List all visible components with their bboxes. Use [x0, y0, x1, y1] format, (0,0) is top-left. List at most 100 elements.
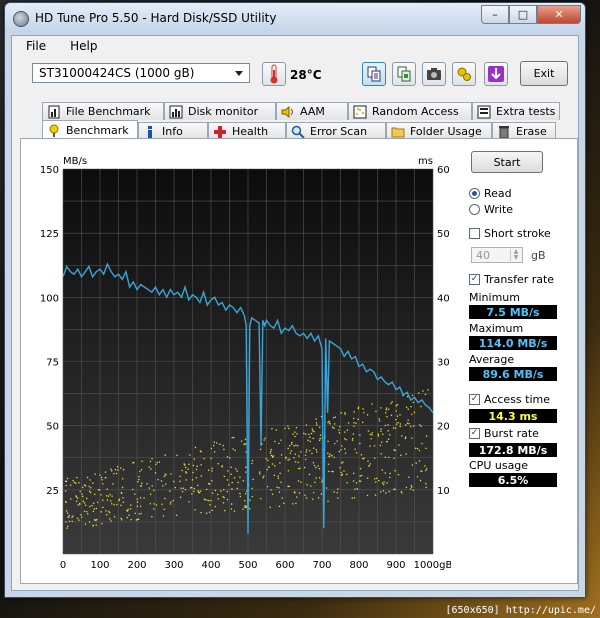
access-time-point [363, 411, 365, 414]
access-time-point [92, 510, 95, 513]
y-right-tick-label: 20 [437, 422, 450, 433]
access-time-point [317, 497, 320, 499]
minimize-button[interactable]: – [481, 5, 509, 24]
minimum-value: 7.5 MB/s [469, 305, 557, 319]
access-time-point [244, 438, 247, 441]
access-time-point [84, 504, 87, 506]
average-value: 89.6 MB/s [469, 367, 557, 381]
access-time-point [230, 503, 233, 505]
access-time-point [319, 477, 321, 479]
short-stroke-unit: gB [531, 249, 546, 262]
access-time-point [197, 491, 200, 493]
access-time-point [285, 457, 287, 460]
access-time-point [205, 488, 208, 491]
tab-file-benchmark[interactable]: File Benchmark [42, 102, 164, 120]
access-time-point [75, 495, 77, 497]
access-time-point [100, 476, 103, 479]
burst-rate-checkbox[interactable]: ✓ Burst rate [469, 427, 539, 440]
copy-text-button[interactable] [362, 62, 386, 86]
read-radio[interactable]: Read [469, 187, 512, 200]
access-time-point [271, 463, 274, 465]
access-time-point [164, 454, 166, 456]
tab-random-access[interactable]: Random Access [348, 102, 472, 120]
menu-file[interactable]: File [12, 39, 56, 53]
access-time-point [327, 463, 330, 465]
menu-help[interactable]: Help [56, 39, 107, 53]
access-time-point [387, 438, 390, 440]
access-time-point [278, 442, 280, 445]
exit-button[interactable]: Exit [520, 61, 568, 86]
access-time-point [121, 486, 124, 489]
access-time-checkbox[interactable]: ✓ Access time [469, 393, 550, 406]
short-stroke-checkbox[interactable]: Short stroke [469, 227, 551, 240]
access-time-point [134, 493, 136, 495]
x-tick-label: 600 [275, 560, 294, 571]
access-time-point [81, 516, 83, 518]
access-time-point [332, 426, 334, 428]
access-time-point [211, 470, 213, 472]
access-time-point [120, 519, 123, 521]
tabs-top-row: File Benchmark Disk monitor AAM Random A… [42, 102, 560, 120]
access-time-point [395, 423, 398, 425]
title-bar[interactable]: HD Tune Pro 5.50 - Hard Disk/SSD Utility… [5, 3, 585, 33]
access-time-point [75, 482, 77, 484]
temperature-button[interactable] [262, 62, 286, 86]
access-time-point [333, 427, 335, 429]
access-time-point [375, 410, 377, 413]
access-time-point [309, 450, 311, 452]
screenshot-button[interactable] [422, 62, 446, 86]
access-time-point [140, 512, 142, 515]
access-time-point [380, 430, 382, 432]
access-time-point [89, 491, 92, 494]
access-time-point [359, 475, 361, 477]
tab-benchmark[interactable]: Benchmark [42, 120, 138, 140]
access-time-point [401, 435, 403, 437]
access-time-point [233, 436, 235, 439]
access-time-point [388, 490, 390, 493]
access-time-point [347, 422, 350, 424]
copy-screenshot-button[interactable] [392, 62, 416, 86]
access-time-point [306, 484, 308, 486]
health-icon [214, 125, 226, 138]
access-time-point [313, 447, 315, 449]
close-button[interactable]: ✕ [537, 5, 581, 24]
short-stroke-input[interactable]: 40 ▲ ▼ [471, 247, 523, 263]
access-time-point [359, 468, 362, 470]
y-right-tick-label: 30 [437, 358, 450, 369]
access-time-point [287, 470, 290, 472]
burst-rate-label: Burst rate [484, 427, 539, 440]
access-time-point [336, 492, 338, 494]
drive-select[interactable]: ST31000424CS (1000 gB) [32, 63, 250, 83]
access-time-point [338, 432, 341, 434]
access-time-point [153, 508, 155, 510]
access-time-point [146, 483, 148, 485]
tab-aam[interactable]: AAM [276, 102, 348, 120]
access-time-point [163, 475, 166, 477]
y-right-axis-label: ms [418, 156, 433, 167]
access-time-point [135, 519, 138, 521]
write-radio[interactable]: Write [469, 203, 513, 216]
access-time-point [355, 482, 358, 484]
access-time-point [380, 491, 382, 493]
maximize-button[interactable]: □ [509, 5, 537, 24]
access-time-point [95, 519, 97, 521]
access-time-point [280, 439, 282, 441]
access-time-point [170, 473, 172, 475]
tab-disk-monitor[interactable]: Disk monitor [164, 102, 276, 120]
access-time-point [267, 459, 269, 462]
access-time-point [393, 457, 395, 459]
access-time-point [158, 461, 161, 463]
average-label: Average [469, 353, 515, 366]
access-time-point [362, 457, 365, 460]
access-time-point [95, 507, 98, 510]
access-time-point [228, 484, 230, 486]
options-button[interactable] [452, 62, 476, 86]
transfer-rate-checkbox[interactable]: ✓ Transfer rate [469, 273, 554, 286]
access-time-point [334, 416, 337, 418]
start-button[interactable]: Start [471, 151, 543, 173]
access-time-point [410, 425, 412, 428]
access-time-point [192, 471, 194, 474]
access-time-point [138, 518, 140, 520]
save-button[interactable] [484, 62, 508, 86]
tab-extra-tests[interactable]: Extra tests [472, 102, 560, 120]
